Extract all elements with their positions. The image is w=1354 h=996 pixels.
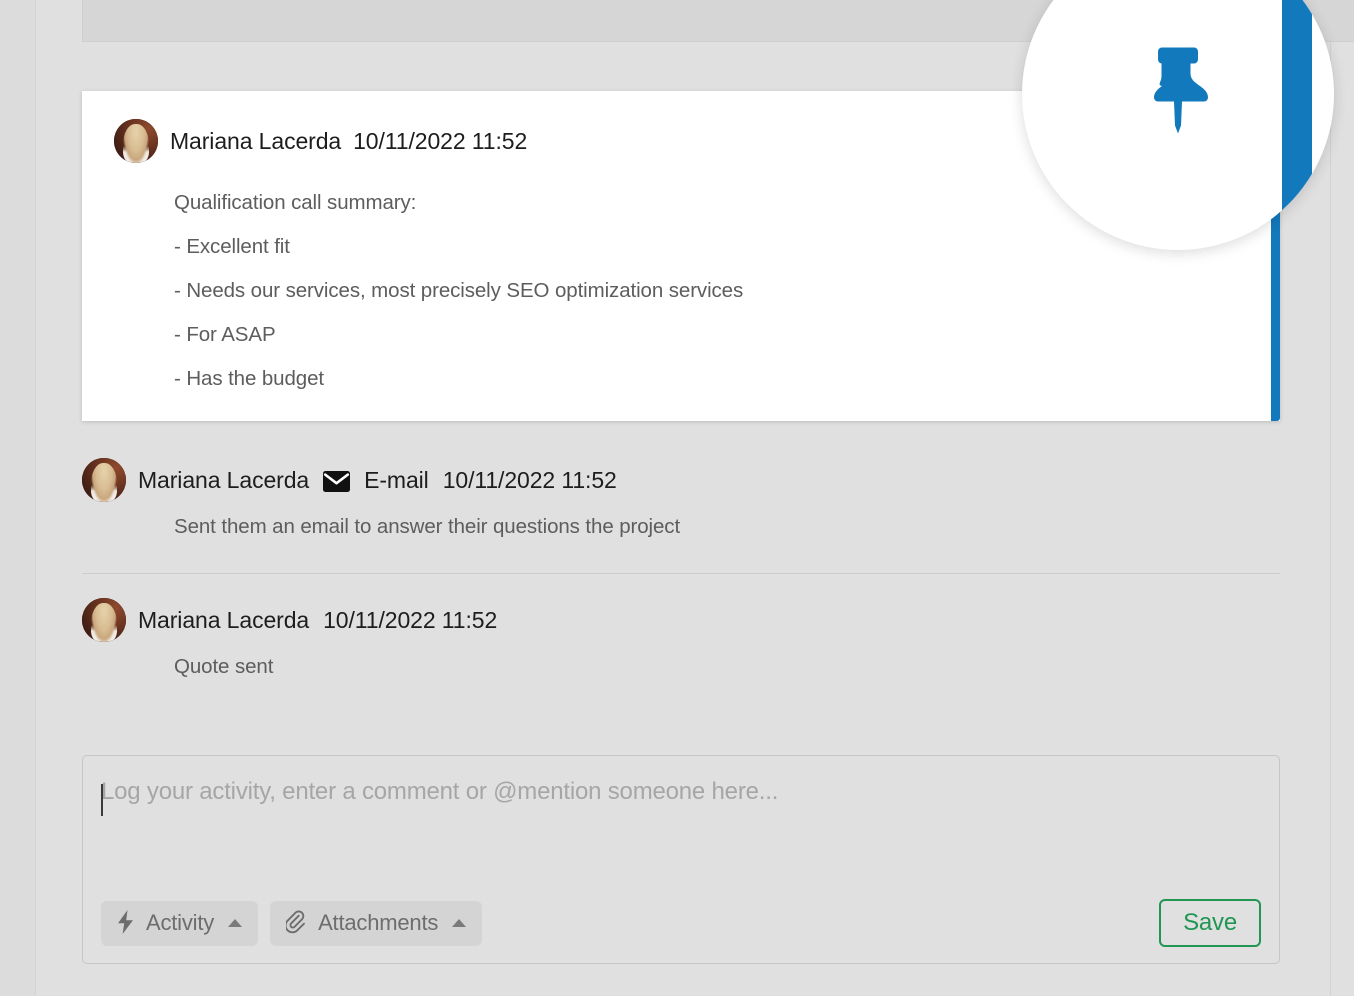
activity-entry-timestamp: 10/11/2022 11:52 — [323, 606, 498, 633]
attachments-button[interactable]: Attachments — [270, 900, 483, 946]
email-icon — [323, 470, 351, 492]
lens-accent-bar — [1282, 0, 1312, 250]
lightning-bolt-icon — [117, 909, 134, 937]
activity-type-label: Activity — [146, 910, 215, 935]
pinned-note-line: - For ASAP — [174, 323, 276, 346]
pinned-note-timestamp: 10/11/2022 11:52 — [353, 127, 528, 154]
activity-entry-header: Mariana Lacerda 10/11/2022 11:52 — [82, 598, 1280, 642]
activity-entry-timestamp: 10/11/2022 11:52 — [442, 466, 617, 493]
pinned-note-line: - Has the budget — [174, 367, 324, 390]
activity-entry-body: Quote sent — [174, 655, 274, 678]
activity-entry-body: Sent them an email to answer their quest… — [174, 515, 681, 538]
composer-placeholder: Log your activity, enter a comment or @m… — [101, 778, 779, 805]
pinned-note-line: - Needs our services, most precisely SEO… — [174, 279, 744, 302]
activity-entry-email[interactable]: Mariana Lacerda E-mail 10/11/2022 11:52 … — [82, 458, 1280, 539]
mariana-lacerda-avatar — [114, 119, 158, 163]
chevron-up-icon — [452, 919, 467, 927]
pinned-note-line: - Excellent fit — [174, 235, 290, 258]
save-button[interactable]: Save — [1159, 899, 1261, 947]
pin-icon[interactable] — [1142, 46, 1214, 143]
text-caret — [101, 784, 103, 816]
activity-entry-author: Mariana Lacerda — [138, 606, 310, 633]
composer-input-area[interactable]: Log your activity, enter a comment or @m… — [83, 756, 1279, 874]
mariana-lacerda-avatar — [82, 458, 126, 502]
paperclip-icon — [284, 910, 306, 937]
activity-feed-screen: Mariana Lacerda 10/11/2022 11:52 Qualifi… — [0, 0, 1354, 996]
attachments-label: Attachments — [318, 910, 439, 935]
activity-entry-author: Mariana Lacerda — [138, 466, 310, 493]
chevron-up-icon — [228, 919, 243, 927]
activity-entry-header: Mariana Lacerda E-mail 10/11/2022 11:52 — [82, 458, 1280, 502]
composer-toolbar: Activity Attachments Save — [83, 899, 1279, 947]
activity-composer[interactable]: Log your activity, enter a comment or @m… — [82, 755, 1280, 964]
pinned-note-author: Mariana Lacerda — [170, 127, 342, 154]
mariana-lacerda-avatar — [82, 598, 126, 642]
activity-type-button[interactable]: Activity — [101, 900, 259, 946]
activity-entry-note[interactable]: Mariana Lacerda 10/11/2022 11:52 Quote s… — [82, 598, 1280, 679]
activity-entry-type: E-mail — [364, 466, 429, 493]
entry-divider — [82, 573, 1280, 574]
